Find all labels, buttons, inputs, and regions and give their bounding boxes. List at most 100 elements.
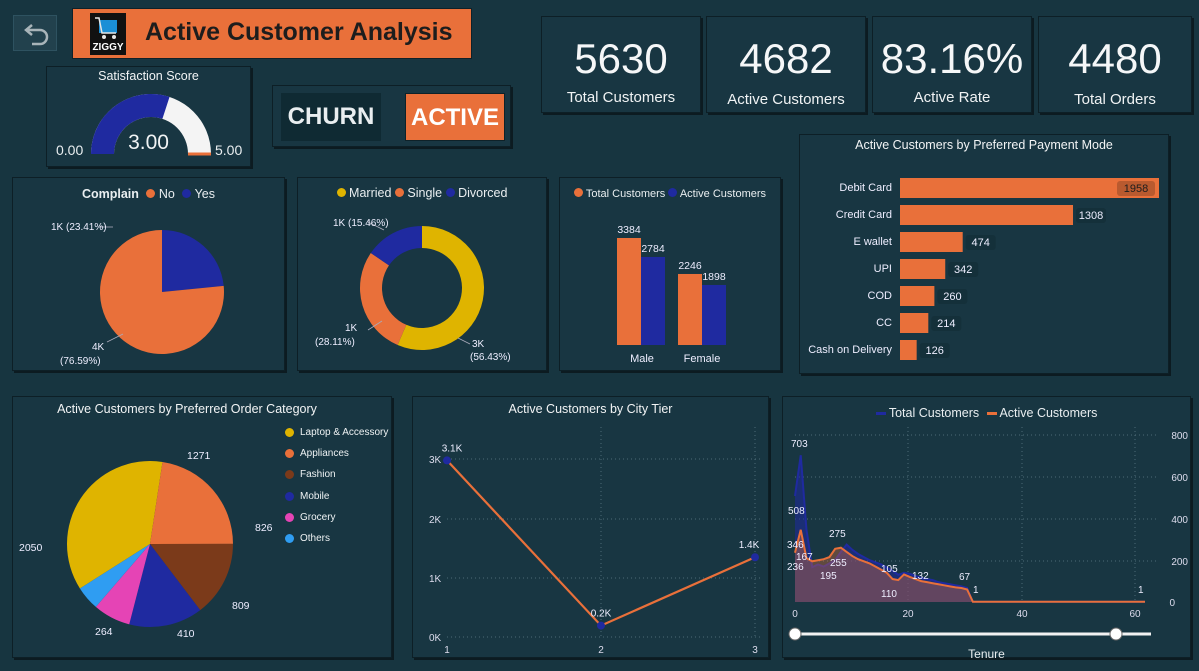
tenure-area: 800 600 400 200 0 0 20 40 60 703 508 346… [787,427,1188,641]
city-tier-panel: Active Customers by City Tier 3K 2K 1K 0… [412,396,769,658]
city-tier-line: 3K 2K 1K 0K 1 2 3 3.1K 0.2K 1.4K [429,427,763,656]
area-label: 703 [791,439,808,450]
kpi-label: Active Rate [913,89,991,106]
gender-bar[interactable] [702,284,726,345]
bar-value: 126 [925,345,943,357]
payment-label: Debit Card [839,182,892,194]
donut-label: (56.43%) [470,352,511,363]
pie-label: 1K (23.41%) [51,222,107,233]
category-label: Female [684,353,721,365]
bar-value: 1958 [1124,183,1148,195]
point-label: 1.4K [739,540,760,551]
payment-bar[interactable] [900,205,1074,225]
slice-label: 1271 [187,450,211,462]
page-title: Active Customer Analysis [145,18,453,46]
kpi-total-orders: 4480 Total Orders [1038,16,1192,113]
legend-item: Fashion [285,469,336,480]
bar-value: 260 [943,291,961,303]
header-banner: ZIGGY Active Customer Analysis [72,8,472,59]
legend-mobile-icon [285,492,294,501]
complain-pie: 1K (23.41%) 4K (76.59%) [51,222,224,367]
satisfaction-gauge-panel: Satisfaction Score 3.00 0.00 5.00 [46,66,251,167]
ziggy-logo: ZIGGY [90,13,126,55]
marital-donut: 1K (15.46%) 1K (28.11%) 3K (56.43%) [315,218,511,363]
y-tick: 400 [1171,515,1188,526]
pie-slice[interactable] [162,230,224,292]
y-tick: 200 [1171,557,1188,568]
slice-label: 264 [95,626,113,638]
city-point[interactable] [751,553,759,562]
slice-label: 826 [255,522,273,534]
legend-item: Others [285,533,330,544]
payment-bar[interactable] [900,340,917,360]
bar-value: 342 [954,264,972,276]
kpi-active-rate: 83.16% Active Rate [872,16,1032,113]
donut-label: 1K (15.46%) [333,218,389,229]
logo-text: ZIGGY [92,42,124,53]
area-label: 346 [787,540,804,551]
point-label: 3.1K [442,443,463,454]
back-button[interactable] [13,15,57,51]
y-tick: 3K [429,455,442,466]
order-category-panel: Active Customers by Preferred Order Cate… [12,396,392,658]
kpi-value: 5630 [574,35,668,82]
y-tick: 600 [1171,473,1188,484]
churn-button[interactable]: CHURN [281,93,381,141]
legend-appliances-icon [285,449,294,458]
x-tick: 60 [1129,609,1141,620]
active-area [795,529,1145,602]
area-label: 110 [881,589,897,600]
donut-label: 3K [472,339,485,350]
area-label: 67 [959,572,971,583]
pie-label: 4K [92,342,105,353]
payment-label: CC [876,317,892,329]
pie-slice[interactable] [150,461,233,544]
donut-slice[interactable] [360,253,407,346]
category-label: Male [630,353,654,365]
active-button[interactable]: ACTIVE [405,93,505,141]
bar-value: 2246 [678,260,702,272]
y-tick: 800 [1171,431,1188,442]
range-slider-end-handle[interactable] [1109,627,1123,641]
kpi-value: 4682 [739,35,833,82]
kpi-label: Total Orders [1074,91,1156,108]
x-axis-label: Tenure [968,647,1005,661]
bar-value: 214 [937,318,955,330]
city-point[interactable] [597,621,605,630]
kpi-value: 83.16% [880,35,1024,82]
area-label: 105 [881,564,898,575]
area-label: 255 [830,558,847,569]
payment-mode-panel: Active Customers by Preferred Payment Mo… [799,134,1169,374]
payment-bar[interactable] [900,313,929,333]
donut-label: (28.11%) [315,337,355,348]
x-tick: 0 [792,609,798,620]
y-tick: 0 [1169,598,1175,609]
bar-value: 1898 [702,271,726,283]
y-tick: 2K [429,515,442,526]
churn-active-toggle: CHURN ACTIVE [272,85,511,147]
payment-label: Cash on Delivery [808,344,892,356]
payment-bar[interactable] [900,259,946,279]
kpi-label: Active Customers [727,91,845,108]
legend-item: Grocery [285,512,336,523]
area-label: 508 [788,506,805,517]
payment-bars: Debit Card 1958 Credit Card 1308 E wallet 474… [808,178,1159,360]
legend-label: Laptop & Accessory [300,427,389,438]
gender-bar-panel: Total Customers Active Customers 3384 278… [559,177,781,371]
marital-donut-panel: Married Single Divorced 1K (15.46%) 1K (… [297,177,547,371]
pie-label: (76.59%) [60,356,101,367]
area-label: 236 [787,562,804,573]
kpi-active-customers: 4682 Active Customers [706,16,866,113]
gender-bar[interactable] [678,273,702,345]
x-tick: 40 [1016,609,1028,620]
payment-label: COD [868,290,893,302]
city-point[interactable] [443,456,451,465]
legend-label: Others [300,533,331,544]
gender-bar[interactable] [617,238,641,345]
gauge-min: 0.00 [56,142,84,158]
gender-bar[interactable] [641,256,665,345]
gender-bars: 33842784 22461898 Male Female [617,224,726,365]
payment-bar[interactable] [900,232,963,252]
range-slider-start-handle[interactable] [788,627,802,641]
payment-bar[interactable] [900,286,935,306]
